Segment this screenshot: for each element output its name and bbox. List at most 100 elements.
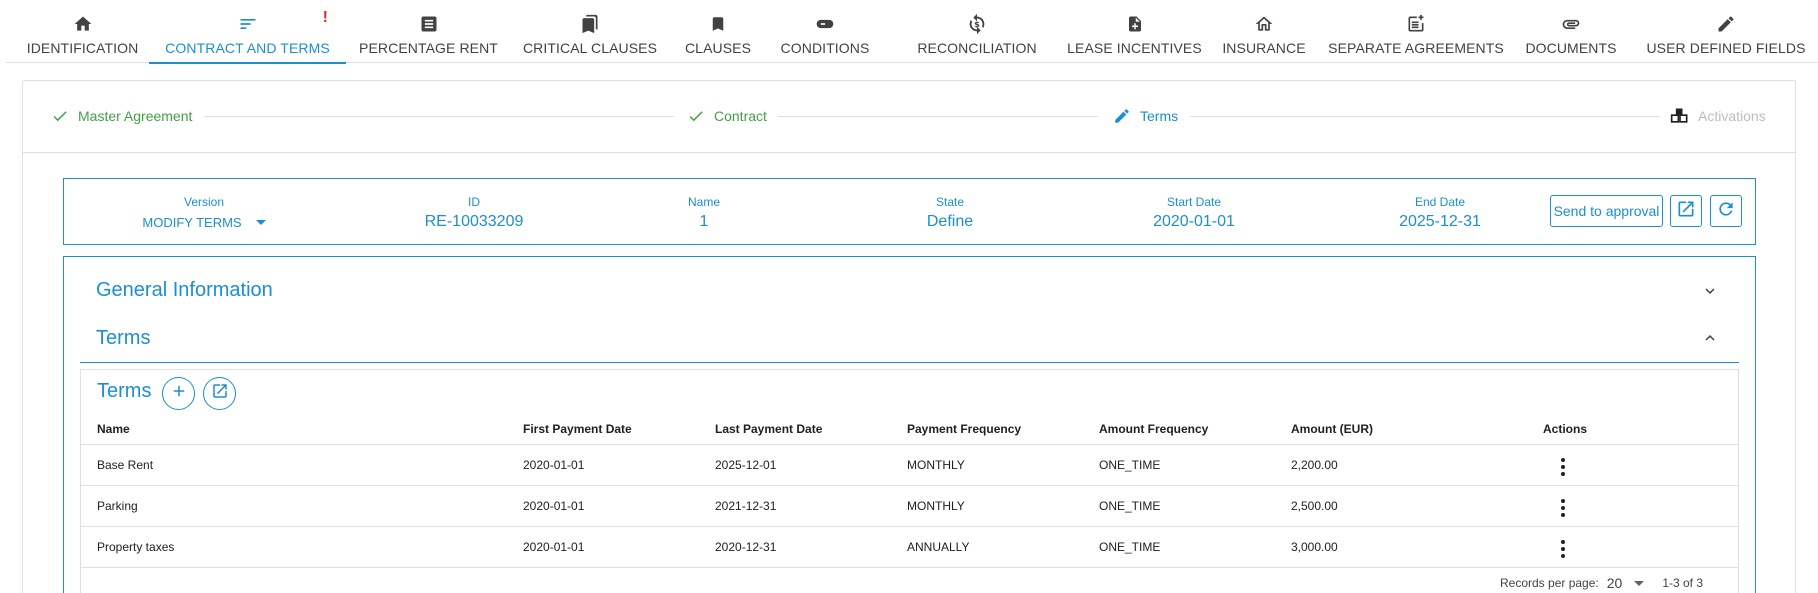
list-icon	[237, 13, 259, 35]
more-vert-icon[interactable]	[1553, 496, 1573, 520]
start-date-value: 2020-01-01	[1153, 212, 1235, 230]
column-header-amount[interactable]: Amount (EUR)	[1275, 414, 1543, 444]
chevron-down-icon	[255, 220, 266, 225]
tab-separate-agreements[interactable]: SEPARATE AGREEMENTS	[1326, 6, 1506, 63]
step-master-agreement[interactable]: Master Agreement	[50, 106, 192, 126]
tab-critical-clauses[interactable]: CRITICAL CLAUSES	[514, 6, 666, 63]
cell-name: Base Rent	[81, 443, 507, 485]
send-to-approval-button[interactable]: Send to approval	[1550, 195, 1663, 227]
cell-amount: 3,000.00	[1275, 525, 1543, 568]
table-row[interactable]: Base Rent 2020-01-01 2025-12-01 MONTHLY …	[81, 443, 1738, 485]
cell-last-payment-date: 2020-12-31	[699, 525, 891, 568]
column-header-first-payment-date[interactable]: First Payment Date	[507, 414, 699, 444]
state-value: Define	[926, 212, 974, 230]
tab-label: IDENTIFICATION	[26, 40, 139, 56]
tab-identification[interactable]: IDENTIFICATION	[20, 6, 145, 63]
top-tab-bar: IDENTIFICATION CONTRACT AND TERMS ! PERC…	[6, 6, 1818, 64]
open-terms-external-button[interactable]	[203, 377, 236, 410]
cell-first-payment-date: 2020-01-01	[507, 525, 699, 568]
tab-label: PERCENTAGE RENT	[359, 40, 498, 56]
tab-user-defined-fields[interactable]: USER DEFINED FIELDS	[1646, 6, 1806, 63]
cell-amount: 2,200.00	[1275, 443, 1543, 485]
table-row[interactable]: Property taxes 2020-01-01 2020-12-31 ANN…	[81, 525, 1738, 568]
version-header: Version MODIFY TERMS ID RE-10033209 Name…	[63, 178, 1756, 245]
step-activations[interactable]: Activations	[1670, 106, 1766, 126]
column-header-name[interactable]: Name	[81, 414, 507, 444]
name-label: Name	[687, 194, 720, 209]
chevron-down-icon[interactable]	[1701, 282, 1719, 300]
file-plus-icon	[1124, 13, 1146, 35]
column-header-actions: Actions	[1543, 421, 1588, 436]
cell-amount-frequency: ONE_TIME	[1083, 525, 1275, 568]
general-information-header[interactable]: General Information	[96, 279, 273, 302]
tab-label: CONDITIONS	[780, 40, 870, 56]
cell-payment-frequency: MONTHLY	[891, 443, 1083, 485]
more-vert-icon[interactable]	[1553, 537, 1573, 561]
tab-insurance[interactable]: INSURANCE	[1216, 6, 1312, 63]
tab-reconciliation[interactable]: $ RECONCILIATION	[902, 6, 1052, 63]
dollar-sync-icon: $	[966, 13, 988, 35]
version-select[interactable]: MODIFY TERMS	[142, 215, 266, 230]
step-label: Contract	[714, 108, 767, 124]
state-field: State Define	[890, 179, 1010, 246]
id-field: ID RE-10033209	[384, 179, 564, 246]
tab-percentage-rent[interactable]: PERCENTAGE RENT	[356, 6, 501, 63]
cubes-icon	[1670, 106, 1690, 126]
house-roof-icon	[1253, 13, 1275, 35]
bookmarks-icon	[579, 13, 601, 35]
records-per-page-select[interactable]: 20	[1607, 575, 1623, 591]
id-label: ID	[468, 194, 480, 209]
plus-icon	[170, 382, 188, 405]
version-field[interactable]: Version MODIFY TERMS	[114, 179, 294, 246]
cell-actions	[1543, 484, 1738, 526]
home-icon	[72, 13, 94, 35]
tab-label: CONTRACT AND TERMS	[165, 40, 330, 56]
open-external-button[interactable]	[1670, 195, 1702, 227]
cell-first-payment-date: 2020-01-01	[507, 443, 699, 485]
tab-label: LEASE INCENTIVES	[1067, 40, 1202, 56]
cell-last-payment-date: 2021-12-31	[699, 484, 891, 526]
step-contract[interactable]: Contract	[686, 106, 767, 126]
tab-lease-incentives[interactable]: LEASE INCENTIVES	[1052, 6, 1217, 63]
cell-amount-frequency: ONE_TIME	[1083, 443, 1275, 485]
more-vert-icon[interactable]	[1553, 455, 1573, 479]
terms-table-title: Terms	[97, 380, 152, 402]
tab-label: USER DEFINED FIELDS	[1646, 40, 1806, 56]
tab-documents[interactable]: DOCUMENTS	[1521, 6, 1621, 63]
step-label: Terms	[1140, 108, 1179, 124]
column-header-payment-frequency[interactable]: Payment Frequency	[891, 414, 1083, 444]
table-pagination: Records per page: 20 1-3 of 3	[1500, 575, 1703, 591]
pencil-icon	[1112, 106, 1132, 126]
id-value: RE-10033209	[424, 212, 524, 230]
column-header-amount-frequency[interactable]: Amount Frequency	[1083, 414, 1275, 444]
tab-label: RECONCILIATION	[917, 40, 1037, 56]
warning-icon: !	[322, 9, 328, 26]
pencil-icon	[1715, 13, 1737, 35]
bookmark-icon	[707, 13, 729, 35]
chevron-up-icon[interactable]	[1701, 329, 1719, 347]
tab-clauses[interactable]: CLAUSES	[682, 6, 754, 63]
name-field: Name 1	[644, 179, 764, 246]
tab-conditions[interactable]: CONDITIONS	[780, 6, 870, 63]
gamepad-icon	[814, 13, 836, 35]
paperclip-icon	[1560, 13, 1582, 35]
cell-name: Parking	[81, 484, 507, 526]
step-terms[interactable]: Terms	[1112, 106, 1178, 126]
section-divider	[80, 362, 1739, 363]
check-icon	[686, 106, 706, 126]
step-connector	[1190, 116, 1660, 117]
tab-label: INSURANCE	[1222, 40, 1306, 56]
cell-last-payment-date: 2025-12-01	[699, 443, 891, 485]
add-term-button[interactable]	[162, 377, 195, 410]
refresh-button[interactable]	[1710, 195, 1742, 227]
pagination-range: 1-3 of 3	[1662, 576, 1704, 590]
tab-contract-and-terms[interactable]: CONTRACT AND TERMS !	[149, 6, 346, 64]
tab-label: SEPARATE AGREEMENTS	[1328, 40, 1504, 56]
chevron-down-icon[interactable]	[1634, 580, 1645, 586]
svg-text:$: $	[974, 19, 980, 29]
terms-section-header[interactable]: Terms	[96, 327, 150, 350]
name-value: 1	[699, 212, 709, 230]
column-header-last-payment-date[interactable]: Last Payment Date	[699, 414, 891, 444]
step-label: Activations	[1698, 108, 1766, 124]
table-row[interactable]: Parking 2020-01-01 2021-12-31 MONTHLY ON…	[81, 484, 1738, 526]
